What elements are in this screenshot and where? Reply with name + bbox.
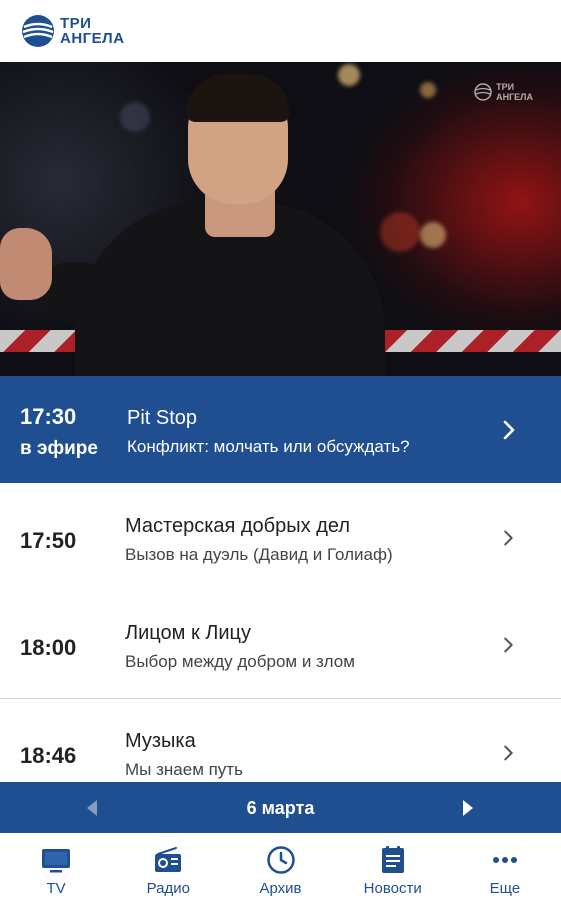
app-logo: ТРИ АНГЕЛА bbox=[20, 13, 125, 49]
date-navigation-bar: 6 марта bbox=[0, 782, 561, 833]
nav-label-archive: Архив bbox=[259, 880, 302, 897]
schedule-title: Мастерская добрых дел bbox=[125, 515, 350, 537]
channel-watermark: ТРИ АНГЕЛА bbox=[474, 82, 533, 102]
schedule-row[interactable]: 18:46 Музыка Мы знаем путь bbox=[0, 699, 561, 782]
schedule-subtitle: Вызов на дуэль (Давид и Голиаф) bbox=[125, 545, 393, 564]
news-icon bbox=[381, 846, 404, 873]
more-icon bbox=[492, 857, 517, 863]
schedule-time: 18:46 bbox=[20, 743, 77, 768]
watermark-globe-icon bbox=[474, 83, 492, 101]
nav-item-tv[interactable]: TV bbox=[0, 833, 112, 900]
background-light bbox=[338, 64, 360, 86]
chevron-right-icon bbox=[504, 637, 513, 653]
schedule-subtitle: Мы знаем путь bbox=[125, 760, 243, 779]
background-light bbox=[120, 102, 150, 132]
app-header: ТРИ АНГЕЛА bbox=[0, 0, 561, 62]
next-day-arrow-icon[interactable] bbox=[460, 799, 476, 817]
nav-item-archive[interactable]: Архив bbox=[224, 833, 336, 900]
now-playing-title: Pit Stop bbox=[127, 407, 198, 429]
schedule-subtitle: Выбор между добром и злом bbox=[125, 652, 355, 671]
clock-icon bbox=[266, 846, 295, 874]
radio-icon bbox=[155, 847, 182, 872]
now-playing-row[interactable]: 17:30 в эфире Pit Stop Конфликт: молчать… bbox=[0, 376, 561, 483]
schedule-title: Лицом к Лицу bbox=[125, 622, 252, 644]
logo-line1: ТРИ bbox=[60, 15, 92, 32]
background-light bbox=[420, 222, 446, 248]
schedule-row[interactable]: 17:50 Мастерская добрых дел Вызов на дуэ… bbox=[0, 483, 561, 590]
logo-line2: АНГЕЛА bbox=[60, 30, 125, 47]
presenter-hair bbox=[186, 74, 290, 122]
watermark-line1: ТРИ bbox=[496, 82, 515, 92]
chevron-right-icon bbox=[504, 530, 513, 546]
nav-label-tv: TV bbox=[46, 880, 66, 897]
nav-item-more[interactable]: Еще bbox=[449, 833, 561, 900]
chevron-right-icon bbox=[504, 745, 513, 761]
now-playing-time: 17:30 bbox=[20, 404, 77, 429]
now-playing-subtitle: Конфликт: молчать или обсуждать? bbox=[127, 437, 410, 456]
schedule-time: 17:50 bbox=[20, 528, 77, 553]
logo-text: ТРИ АНГЕЛА bbox=[60, 16, 125, 46]
nav-label-news: Новости bbox=[363, 880, 422, 897]
bottom-navigation: TV Радио Архив Новости Еще bbox=[0, 833, 561, 900]
tv-icon bbox=[42, 849, 71, 873]
chevron-right-icon bbox=[503, 420, 515, 440]
logo-globe-icon bbox=[22, 15, 54, 47]
nav-label-radio: Радио bbox=[146, 880, 190, 897]
nav-label-more: Еще bbox=[489, 880, 521, 897]
schedule-time: 18:00 bbox=[20, 635, 77, 660]
nav-item-news[interactable]: Новости bbox=[337, 833, 449, 900]
watermark-line2: АНГЕЛА bbox=[496, 92, 533, 102]
nav-item-radio[interactable]: Радио bbox=[112, 833, 224, 900]
schedule-row[interactable]: 18:00 Лицом к Лицу Выбор между добром и … bbox=[0, 590, 561, 697]
background-light bbox=[380, 212, 420, 252]
on-air-label: в эфире bbox=[20, 438, 98, 459]
video-player[interactable]: ТРИ АНГЕЛА bbox=[0, 62, 561, 376]
background-light bbox=[420, 82, 436, 98]
current-date-label: 6 марта bbox=[246, 798, 315, 818]
presenter-hand bbox=[0, 228, 52, 300]
schedule-title: Музыка bbox=[125, 730, 196, 752]
